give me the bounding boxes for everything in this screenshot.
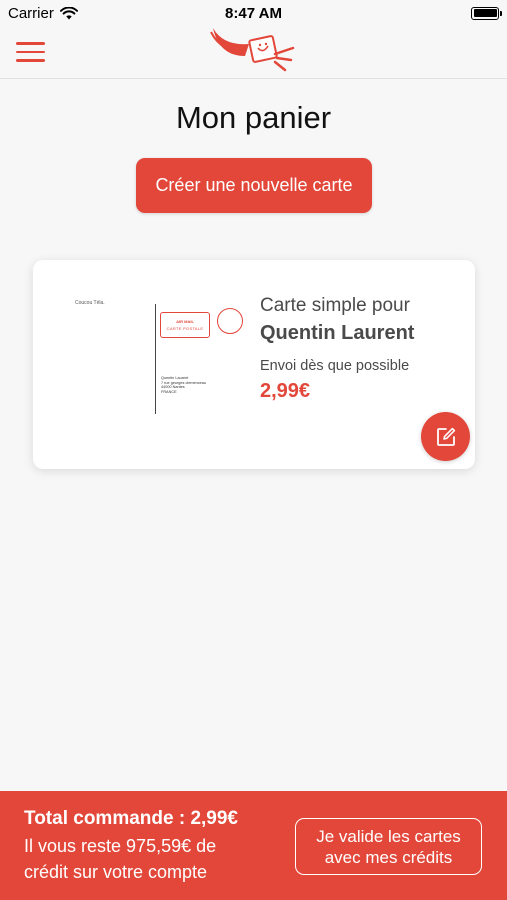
card-type-label: Carte simple pour: [260, 295, 410, 316]
postcard-address: Quentin Laurent 7 rue georges clemenceau…: [161, 376, 206, 394]
postcard-message: Coucou Téla.: [75, 300, 105, 306]
wifi-icon: [59, 6, 78, 19]
airmail-stamp: AIR MAIL CARTE POSTALE: [160, 312, 210, 338]
flying-stamp-logo-icon: [210, 28, 295, 72]
cart-item-card[interactable]: Coucou Téla. AIR MAIL CARTE POSTALE Quen…: [33, 260, 475, 469]
carrier-label: Carrier: [8, 4, 54, 22]
validate-with-credits-button[interactable]: Je valide les cartes avec mes crédits: [295, 818, 482, 875]
postcard-divider: [155, 304, 156, 414]
page-title: Mon panier: [175, 100, 332, 135]
order-total: Total commande : 2,99€: [24, 808, 238, 829]
status-bar: Carrier 8:47 AM: [0, 0, 507, 26]
edit-card-button[interactable]: [421, 412, 470, 461]
nav-bar: [0, 26, 507, 79]
status-left: Carrier: [8, 5, 78, 22]
checkout-footer: Total commande : 2,99€ Il vous reste 975…: [0, 791, 507, 900]
credit-remaining: Il vous reste 975,59€ de crédit sur votr…: [24, 836, 217, 882]
create-new-card-button[interactable]: Créer une nouvelle carte: [136, 158, 372, 213]
postcard-thumbnail: Coucou Téla. AIR MAIL CARTE POSTALE Quen…: [57, 286, 253, 422]
edit-pencil-icon: [436, 427, 455, 446]
card-price: 2,99€: [260, 380, 311, 402]
card-info: Carte simple pour Quentin Laurent Envoi …: [260, 295, 460, 403]
battery-icon: [471, 6, 502, 20]
card-recipient: Quentin Laurent: [260, 322, 415, 344]
card-delivery: Envoi dès que possible: [260, 358, 410, 374]
postmark-icon: [217, 308, 243, 334]
hamburger-menu-icon[interactable]: [16, 42, 46, 64]
